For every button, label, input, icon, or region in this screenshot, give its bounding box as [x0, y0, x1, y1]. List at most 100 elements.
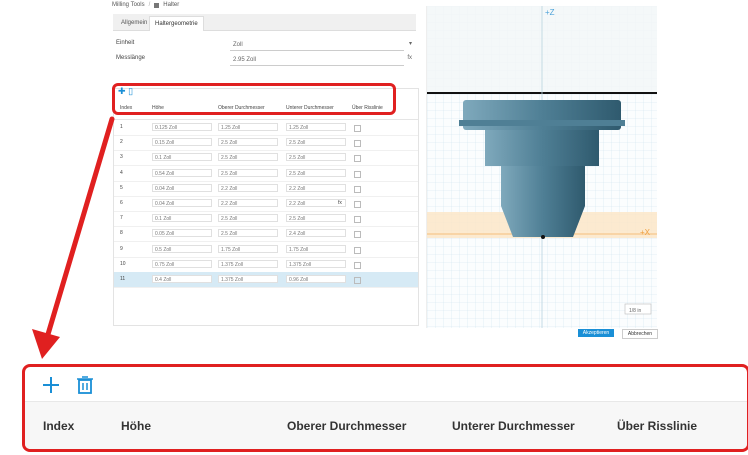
table-row[interactable]: 8 0.05 Zoll 2.5 Zoll 2.4 Zoll	[114, 226, 418, 243]
cell-index: 4	[120, 169, 123, 176]
cell-oberer-input[interactable]: 1.25 Zoll	[218, 123, 278, 131]
holder-taper	[501, 206, 585, 237]
einheit-select[interactable]: Zoll	[230, 40, 404, 51]
cell-unterer-input[interactable]: 1.375 Zoll	[286, 259, 346, 268]
cell-index: 2	[120, 139, 123, 146]
cell-hoehe-input[interactable]: 0.1 Zoll	[152, 214, 212, 223]
table-row[interactable]: 11 0.4 Zoll 1.375 Zoll 0.96 Zoll	[114, 272, 418, 288]
cell-index: 11	[120, 276, 126, 282]
cell-hoehe-input[interactable]: 0.04 Zoll	[152, 183, 212, 192]
einheit-row: Einheit Zoll ▾	[116, 40, 414, 52]
cell-oberer-input[interactable]: 2.2 Zoll	[218, 199, 278, 207]
table-row[interactable]: 7 0.1 Zoll 2.5 Zoll 2.5 Zoll	[114, 211, 418, 228]
ueber-risslinie-checkbox[interactable]	[354, 155, 361, 163]
cell-unterer-input[interactable]: 2.5 Zoll	[286, 168, 346, 177]
cell-oberer-input[interactable]: 2.5 Zoll	[218, 153, 278, 162]
header-unterer-durchmesser: Unterer Durchmesser	[452, 419, 575, 433]
fx-icon[interactable]: fx	[338, 199, 342, 207]
header-hoehe: Höhe	[121, 419, 151, 433]
holder-icon	[154, 2, 160, 8]
einheit-label: Einheit	[116, 40, 135, 46]
holder-preview: +Z +X 1/8 in	[427, 6, 657, 328]
cancel-button[interactable]: Abbrechen	[622, 329, 658, 339]
scale-label: 1/8 in	[629, 308, 641, 314]
cell-hoehe-input[interactable]: 0.125 Zoll	[152, 123, 212, 131]
cell-hoehe-input[interactable]: 0.1 Zoll	[152, 153, 212, 162]
cell-unterer-input[interactable]: 2.5 Zoll	[286, 153, 346, 162]
cell-oberer-input[interactable]: 2.5 Zoll	[218, 168, 278, 177]
ueber-risslinie-checkbox[interactable]	[354, 185, 361, 193]
cell-unterer-input[interactable]: 2.2 Zoll	[286, 183, 346, 192]
cell-unterer-input[interactable]: 0.96 Zoll	[286, 275, 346, 283]
cell-hoehe-input[interactable]: 0.04 Zoll	[152, 199, 212, 207]
3d-viewport[interactable]: +Z +X 1/8 in	[426, 6, 657, 328]
ueber-risslinie-checkbox[interactable]	[354, 277, 361, 284]
cell-hoehe-input[interactable]: 0.4 Zoll	[152, 275, 212, 283]
ueber-risslinie-checkbox[interactable]	[354, 216, 361, 224]
cell-index: 9	[120, 245, 123, 252]
tab-haltergeometrie[interactable]: Haltergeometrie	[149, 16, 204, 31]
axis-z-label: +Z	[545, 8, 555, 17]
cell-index: 3	[120, 154, 123, 161]
breadcrumb-item-halter[interactable]: Halter	[163, 2, 179, 8]
messlaenge-input[interactable]: 2.95 Zoll	[230, 55, 404, 66]
cell-index: 6	[120, 200, 123, 206]
breadcrumb: Milling Tools / Halter	[112, 2, 179, 8]
messlaenge-row: Messlänge 2.95 Zoll fx	[116, 55, 414, 67]
breadcrumb-item-milling-tools[interactable]: Milling Tools	[112, 2, 145, 8]
cell-oberer-input[interactable]: 2.2 Zoll	[218, 183, 278, 192]
table-row[interactable]: 3 0.1 Zoll 2.5 Zoll 2.5 Zoll	[114, 150, 418, 167]
holder-neck	[485, 130, 599, 166]
messlaenge-label: Messlänge	[116, 55, 146, 61]
table-row[interactable]: 5 0.04 Zoll 2.2 Zoll 2.2 Zoll	[114, 181, 418, 197]
table-row[interactable]: 9 0.5 Zoll 1.75 Zoll 1.75 Zoll	[114, 242, 418, 258]
cell-index: 7	[120, 215, 123, 222]
cell-hoehe-input[interactable]: 0.54 Zoll	[152, 168, 212, 177]
ueber-risslinie-checkbox[interactable]	[354, 170, 361, 178]
cell-hoehe-input[interactable]: 0.5 Zoll	[152, 244, 212, 253]
ueber-risslinie-checkbox[interactable]	[354, 231, 361, 239]
cell-oberer-input[interactable]: 2.5 Zoll	[218, 138, 278, 147]
zoomed-table-header: Index Höhe Oberer Durchmesser Unterer Du…	[22, 364, 748, 452]
cell-unterer-input[interactable]: 2.5 Zoll	[286, 138, 346, 147]
chevron-down-icon[interactable]: ▾	[409, 40, 412, 47]
cell-unterer-input[interactable]: 2.2 Zoll	[286, 199, 346, 207]
table-toolbar	[41, 375, 95, 395]
cell-unterer-input[interactable]: 1.25 Zoll	[286, 123, 346, 131]
ueber-risslinie-checkbox[interactable]	[354, 140, 361, 148]
axis-x-label: +X	[640, 228, 651, 237]
cell-hoehe-input[interactable]: 0.05 Zoll	[152, 229, 212, 238]
cell-unterer-input[interactable]: 2.4 Zoll	[286, 229, 346, 238]
accept-button[interactable]: Akzeptieren	[578, 329, 614, 337]
cell-oberer-input[interactable]: 2.5 Zoll	[218, 229, 278, 238]
tool-tip-point	[541, 235, 545, 239]
cell-index: 1	[120, 124, 123, 130]
cell-hoehe-input[interactable]: 0.15 Zoll	[152, 138, 212, 147]
trash-icon[interactable]	[75, 375, 95, 395]
tab-bar: Allgemein Haltergeometrie	[113, 14, 416, 31]
ueber-risslinie-checkbox[interactable]	[354, 125, 361, 132]
plus-icon[interactable]	[41, 375, 61, 395]
table-row[interactable]: 4 0.54 Zoll 2.5 Zoll 2.5 Zoll	[114, 166, 418, 182]
cell-unterer-input[interactable]: 2.5 Zoll	[286, 214, 346, 223]
table-row[interactable]: 6 0.04 Zoll 2.2 Zoll 2.2 Zoll fx	[114, 196, 418, 212]
cell-unterer-input[interactable]: 1.75 Zoll	[286, 244, 346, 253]
fx-icon[interactable]: fx	[407, 55, 412, 61]
ueber-risslinie-checkbox[interactable]	[354, 261, 361, 269]
cell-index: 8	[120, 230, 123, 237]
cell-oberer-input[interactable]: 2.5 Zoll	[218, 214, 278, 223]
table-row[interactable]: 2 0.15 Zoll 2.5 Zoll 2.5 Zoll	[114, 135, 418, 152]
cell-oberer-input[interactable]: 1.375 Zoll	[218, 259, 278, 268]
breadcrumb-separator: /	[148, 2, 151, 8]
ueber-risslinie-checkbox[interactable]	[354, 201, 361, 208]
cell-oberer-input[interactable]: 1.375 Zoll	[218, 275, 278, 283]
holder-groove	[459, 120, 625, 126]
cell-oberer-input[interactable]: 1.75 Zoll	[218, 244, 278, 253]
geometry-table-panel: ✚ ▯ Index Höhe Oberer Durchmesser Untere…	[113, 86, 419, 326]
header-ueber-risslinie: Über Risslinie	[617, 419, 698, 433]
table-row[interactable]: 1 0.125 Zoll 1.25 Zoll 1.25 Zoll	[114, 120, 418, 136]
tab-allgemein[interactable]: Allgemein	[116, 16, 152, 30]
ueber-risslinie-checkbox[interactable]	[354, 246, 361, 254]
table-row[interactable]: 10 0.75 Zoll 1.375 Zoll 1.375 Zoll	[114, 257, 418, 273]
cell-hoehe-input[interactable]: 0.75 Zoll	[152, 259, 212, 268]
